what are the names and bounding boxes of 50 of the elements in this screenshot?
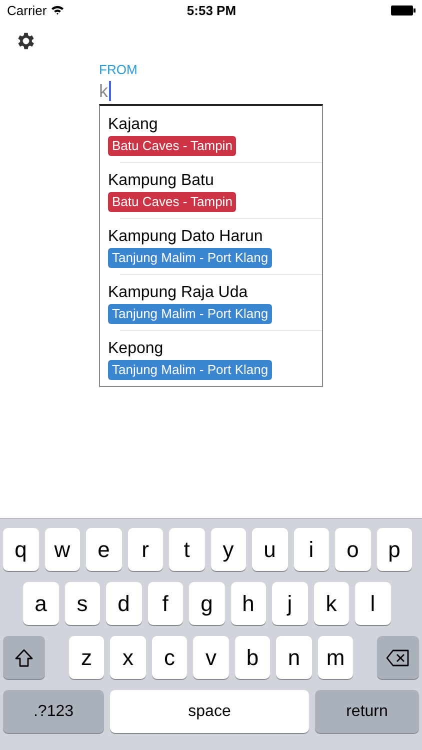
letter-key[interactable]: o	[335, 528, 370, 571]
input-field[interactable]: k	[99, 81, 323, 101]
field-label: FROM	[99, 62, 138, 77]
letter-key[interactable]: t	[169, 528, 204, 571]
shift-key[interactable]	[3, 636, 45, 679]
route-tag: Batu Caves - Tampin	[108, 136, 236, 156]
return-key[interactable]: return	[315, 690, 419, 733]
station-name[interactable]: Kampung Batu	[108, 171, 214, 191]
station-name[interactable]: Kampung Dato Harun	[108, 227, 263, 247]
letter-key[interactable]: h	[230, 582, 266, 625]
letter-key[interactable]: i	[294, 528, 329, 571]
letter-key[interactable]: g	[189, 582, 224, 625]
letter-key[interactable]: b	[234, 636, 270, 679]
station-name[interactable]: Kepong	[108, 339, 164, 359]
letter-key[interactable]: u	[252, 528, 288, 571]
letter-key[interactable]: x	[110, 636, 146, 679]
letter-key[interactable]: e	[86, 528, 122, 571]
delete-key[interactable]	[377, 636, 419, 679]
letter-key[interactable]: q	[3, 528, 38, 571]
letter-key[interactable]: s	[64, 582, 100, 625]
letter-key[interactable]: v	[193, 636, 229, 679]
route-tag: Tanjung Malim - Port Klang	[108, 360, 272, 380]
letter-key[interactable]: j	[272, 582, 308, 625]
letter-key[interactable]: a	[23, 582, 58, 625]
route-tag: Tanjung Malim - Port Klang	[108, 304, 272, 324]
letter-key[interactable]: z	[68, 636, 104, 679]
battery-icon	[391, 4, 416, 16]
letter-key[interactable]: y	[210, 528, 246, 571]
route-tag: Tanjung Malim - Port Klang	[108, 248, 272, 268]
letter-key[interactable]: r	[128, 528, 163, 571]
wifi-icon	[50, 5, 64, 15]
carrier-name: Carrier	[7, 2, 47, 18]
letter-key[interactable]: n	[276, 636, 312, 679]
clock-time: 5:53 PM	[186, 2, 238, 18]
station-name[interactable]: Kajang	[108, 115, 158, 135]
letter-key[interactable]: w	[44, 528, 80, 571]
letter-key[interactable]: m	[318, 636, 354, 679]
space-key[interactable]: space	[110, 690, 309, 733]
shift-icon	[14, 648, 34, 668]
letter-key[interactable]: l	[355, 582, 390, 625]
delete-icon	[386, 648, 410, 666]
letter-key[interactable]: f	[148, 582, 183, 625]
letter-key[interactable]: k	[314, 582, 349, 625]
numbers-key[interactable]: .?123	[3, 690, 104, 733]
letter-key[interactable]: c	[152, 636, 188, 679]
route-tag: Batu Caves - Tampin	[108, 192, 236, 212]
text-cursor-icon	[109, 81, 111, 101]
letter-key[interactable]: d	[106, 582, 142, 625]
letter-key[interactable]: p	[376, 528, 412, 571]
station-name[interactable]: Kampung Raja Uda	[108, 283, 248, 303]
